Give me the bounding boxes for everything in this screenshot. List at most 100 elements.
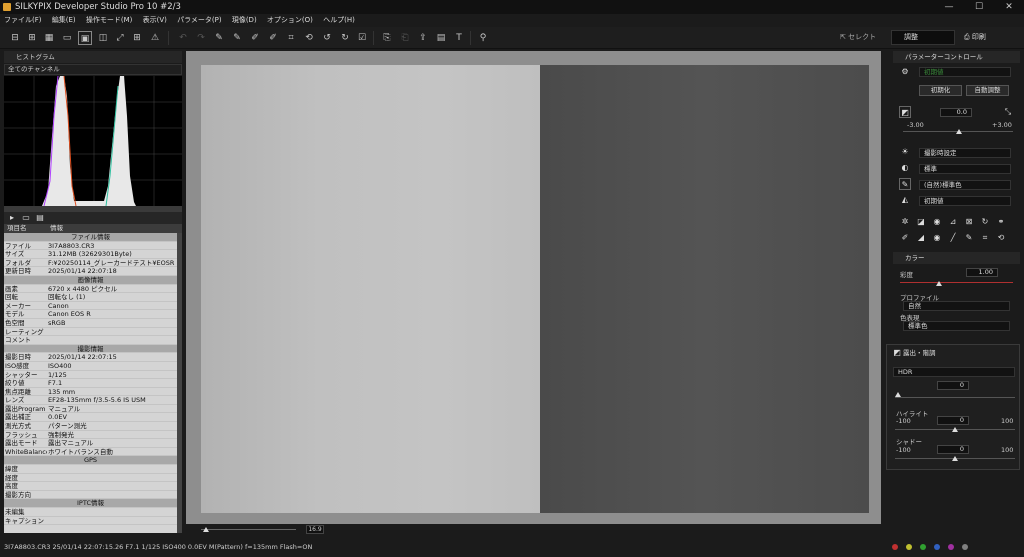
histogram-header[interactable]: ヒストグラム xyxy=(4,51,182,63)
rotate-icon[interactable]: ⟲ xyxy=(302,31,316,45)
mark-purple-icon[interactable] xyxy=(948,544,954,550)
maximize-button[interactable]: ☐ xyxy=(964,0,994,14)
exposure-value[interactable]: 0.0 xyxy=(940,108,972,117)
expand-icon[interactable]: ⤡ xyxy=(1002,106,1014,118)
auto-adjust-button[interactable]: 自動調整 xyxy=(966,85,1009,96)
crop-icon[interactable]: ⌗ xyxy=(284,31,298,45)
color-select[interactable]: (自然)標準色 xyxy=(919,180,1011,190)
vignette-icon[interactable]: ◉ xyxy=(931,216,943,228)
menu-file[interactable]: ファイル(F) xyxy=(0,14,46,27)
mark-blue-icon[interactable] xyxy=(934,544,940,550)
tone-curve-icon[interactable]: ◩ xyxy=(891,347,903,359)
comment-tab-icon[interactable]: ▤ xyxy=(34,212,46,224)
menu-help[interactable]: ヘルプ(H) xyxy=(319,14,359,27)
zoom-slider-knob[interactable] xyxy=(203,527,209,532)
rotation-icon[interactable]: ↻ xyxy=(979,216,991,228)
highlight-value[interactable]: 0 xyxy=(937,416,969,425)
mark-green-icon[interactable] xyxy=(920,544,926,550)
layout-thumbs-icon[interactable]: ▦ xyxy=(42,31,56,45)
mark-yellow-icon[interactable] xyxy=(906,544,912,550)
mark-red-icon[interactable] xyxy=(892,544,898,550)
rotate-left-icon[interactable]: ↺ xyxy=(320,31,334,45)
gear-icon[interactable]: ⚙ xyxy=(899,66,911,78)
highlight-slider-knob[interactable] xyxy=(952,427,958,432)
redo-icon[interactable]: ↷ xyxy=(194,31,208,45)
retouch-icon[interactable]: ✐ xyxy=(899,232,911,244)
menu-options[interactable]: オプション(O) xyxy=(263,14,317,27)
eye-icon[interactable]: ◉ xyxy=(931,232,943,244)
pen-icon[interactable]: ╱ xyxy=(947,232,959,244)
link-icon[interactable]: ⚭ xyxy=(995,216,1007,228)
color-panel-header[interactable]: カラー xyxy=(893,252,1020,264)
zoom-value[interactable]: 16.9 xyxy=(306,525,324,534)
text-icon[interactable]: T xyxy=(452,31,466,45)
saturation-value[interactable]: 1.00 xyxy=(966,268,998,277)
folder-tab-icon[interactable]: ▭ xyxy=(20,212,32,224)
brush-icon[interactable]: ◢ xyxy=(915,232,927,244)
layout-single-icon[interactable]: ⊟ xyxy=(8,31,22,45)
histogram-channel-select[interactable]: 全てのチャンネル xyxy=(4,64,182,75)
crop-tool-icon[interactable]: ⌗ xyxy=(979,232,991,244)
menu-view[interactable]: 表示(V) xyxy=(139,14,171,27)
dropper-icon[interactable]: ✎ xyxy=(963,232,975,244)
hdr-value[interactable]: 0 xyxy=(937,381,969,390)
batch-develop-icon[interactable]: ▤ xyxy=(434,31,448,45)
profile-select[interactable]: 自然 xyxy=(903,301,1010,311)
exposure-slider-knob[interactable] xyxy=(956,129,962,134)
develop-icon[interactable]: ⇪ xyxy=(416,31,430,45)
hdr-mode-select[interactable]: HDR xyxy=(893,367,1015,377)
mark-gray-icon[interactable] xyxy=(962,544,968,550)
dust-icon[interactable]: ✐ xyxy=(248,31,262,45)
menu-mode[interactable]: 操作モード(M) xyxy=(82,14,137,27)
copy-params-icon[interactable]: ⎘ xyxy=(380,31,394,45)
color-look-select[interactable]: 標準色 xyxy=(903,321,1010,331)
zoom-icon[interactable]: ⚲ xyxy=(476,31,490,45)
shadow-slider-knob[interactable] xyxy=(952,456,958,461)
warning-icon[interactable]: ⚠ xyxy=(148,31,162,45)
distortion-icon[interactable]: ⊠ xyxy=(963,216,975,228)
exposure-icon[interactable]: ◩ xyxy=(899,106,911,118)
hdr-panel-header[interactable]: 露出・階調 xyxy=(887,347,1019,359)
layout-preview-icon[interactable]: ▣ xyxy=(78,31,92,45)
grid-icon[interactable]: ⊞ xyxy=(130,31,144,45)
sharpness-icon[interactable]: ◭ xyxy=(899,194,911,206)
color-dropper-icon[interactable]: ✎ xyxy=(899,178,911,190)
zoom-slider[interactable] xyxy=(201,529,296,530)
undo-icon[interactable]: ↶ xyxy=(176,31,190,45)
layout-list-icon[interactable]: ⊞ xyxy=(25,31,39,45)
tone-select[interactable]: 標準 xyxy=(919,164,1011,174)
tone-icon[interactable]: ◐ xyxy=(899,162,911,174)
init-button[interactable]: 初期化 xyxy=(919,85,962,96)
param-panel-header[interactable]: パラメーターコントロール xyxy=(893,51,1020,63)
wb-select[interactable]: 撮影時設定 xyxy=(919,148,1011,158)
info-tab-icon[interactable]: ▸ xyxy=(6,212,18,224)
saturation-slider-knob[interactable] xyxy=(936,281,942,286)
reset-icon[interactable]: ⟲ xyxy=(995,232,1007,244)
close-button[interactable]: ✕ xyxy=(994,0,1024,14)
info-scrollbar[interactable] xyxy=(177,233,182,533)
white-balance-icon[interactable]: ☀ xyxy=(899,146,911,158)
minimize-button[interactable]: — xyxy=(934,0,964,14)
preset-select[interactable]: 初期値 xyxy=(919,67,1011,77)
select-mode-button[interactable]: ⇱ セレクト xyxy=(840,32,876,42)
menu-edit[interactable]: 編集(E) xyxy=(48,14,80,27)
layout-compare-icon[interactable]: ◫ xyxy=(96,31,110,45)
lens-icon[interactable]: ◪ xyxy=(915,216,927,228)
noise-icon[interactable]: ✲ xyxy=(899,216,911,228)
fullscreen-icon[interactable]: ⤢ xyxy=(113,31,127,45)
partial-correction-icon[interactable]: ✐ xyxy=(266,31,280,45)
shadow-value[interactable]: 0 xyxy=(937,445,969,454)
skin-tone-icon[interactable]: ✎ xyxy=(230,31,244,45)
hdr-slider[interactable] xyxy=(895,397,1015,398)
hdr-slider-knob[interactable] xyxy=(895,392,901,397)
print-button[interactable]: ⎙ 印刷 xyxy=(964,32,986,42)
saturation-slider[interactable] xyxy=(900,282,1013,283)
layout-strip-icon[interactable]: ▭ xyxy=(60,31,74,45)
rotate-right-icon[interactable]: ↻ xyxy=(338,31,352,45)
spot-wb-icon[interactable]: ✎ xyxy=(212,31,226,45)
adjust-mode-box[interactable]: 調整 xyxy=(891,30,955,45)
menu-develop[interactable]: 現像(D) xyxy=(228,14,261,27)
menu-parameter[interactable]: パラメータ(P) xyxy=(173,14,225,27)
perspective-icon[interactable]: ⊿ xyxy=(947,216,959,228)
paste-params-icon[interactable]: ⎗ xyxy=(398,31,412,45)
